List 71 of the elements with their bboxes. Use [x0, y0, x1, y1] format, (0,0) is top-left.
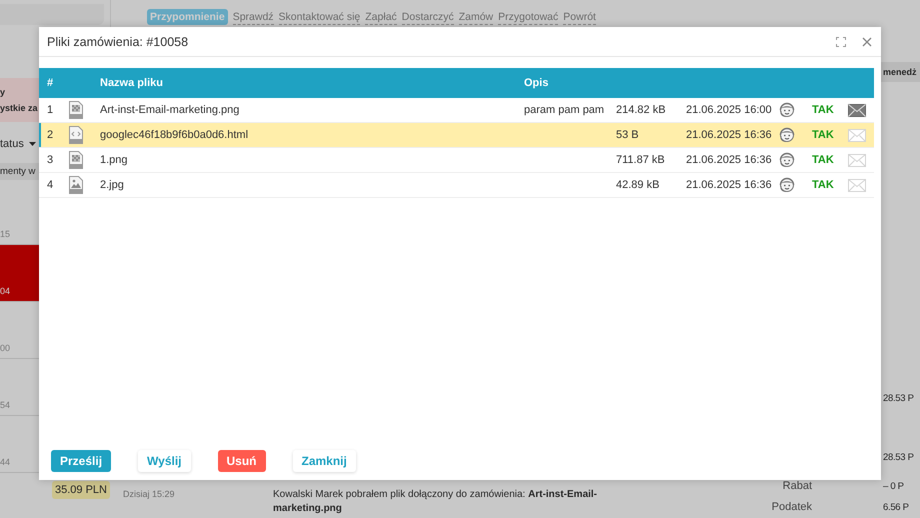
activity-time: Dzisiaj 15:29	[123, 489, 175, 499]
row-number: 1	[47, 104, 54, 116]
column-header: Nazwa pliku	[100, 77, 164, 89]
dialog-title: Pliki zamówienia: #10058	[47, 34, 190, 48]
status-text: TAK	[812, 179, 835, 191]
file-name[interactable]: Art-inst-Email-marketing.png	[100, 104, 524, 116]
file-icon	[69, 101, 83, 119]
file-size: 53 B	[616, 129, 640, 141]
file-row[interactable]: 4 2.jpg 42.89 kB 21.06.2025 16:36 TAK	[39, 173, 874, 198]
reminder-tab[interactable]: Powrót	[563, 9, 596, 25]
alert-text: y	[0, 87, 6, 97]
status-text: TAK	[812, 154, 835, 166]
order-time: 00	[0, 343, 10, 353]
dialog-button[interactable]: Wyślij	[138, 450, 190, 472]
order-time: 04	[0, 286, 10, 296]
summary-value: – 0 P	[883, 480, 905, 494]
column-header: Opis	[524, 77, 550, 89]
column-header: #	[47, 77, 54, 89]
file-description: param pam pam	[524, 104, 604, 116]
user-avatar-icon	[778, 101, 796, 119]
total-value: 28.53 P	[882, 393, 915, 404]
file-icon	[69, 176, 83, 194]
row-number: 3	[47, 154, 54, 166]
file-size: 711.87 kB	[616, 154, 666, 166]
order-time: 44	[0, 457, 10, 467]
order-time: 54	[0, 400, 10, 410]
filter-label: ystkie za	[0, 103, 38, 113]
row-number: 4	[47, 179, 54, 191]
file-row[interactable]: 2 googlec46f18b9f6b0a0d6.html 53 B 21.06.2025 16:36 TAK	[39, 123, 874, 148]
file-size: 214.82 kB	[616, 104, 667, 116]
price-badge: 35.09 PLN	[52, 481, 110, 499]
summary-label: Podatek	[772, 500, 812, 515]
row-number: 2	[47, 129, 54, 141]
user-avatar-icon	[778, 126, 796, 144]
dialog-button[interactable]: Prześlij	[51, 450, 112, 472]
file-name[interactable]: googlec46f18b9f6b0a0d6.html	[100, 129, 524, 141]
order-time: 15	[0, 229, 10, 239]
file-date: 21.06.2025 16:36	[686, 154, 773, 166]
file-date: 21.06.2025 16:00	[686, 104, 773, 116]
dialog-button[interactable]: Usuń	[218, 450, 266, 472]
file-size: 42.89 kB	[616, 179, 660, 191]
reminder-tab[interactable]: Skontaktować się	[278, 9, 360, 25]
activity-message: Kowalski Marek pobrałem plik dołączony do zamówienia: Art-inst-Email-marketing.png	[273, 488, 598, 516]
file-date: 21.06.2025 16:36	[686, 129, 773, 141]
dialog-button[interactable]: Zamknij	[292, 450, 356, 472]
user-avatar-icon	[778, 176, 796, 194]
status-text: TAK	[812, 104, 835, 116]
reminder-tab[interactable]: Sprawdź	[232, 9, 274, 25]
envelope-icon[interactable]	[848, 104, 866, 116]
file-date: 21.06.2025 16:36	[686, 179, 773, 191]
documents-label: menty w	[0, 166, 36, 177]
reminder-tab[interactable]: Przypomnienie	[147, 9, 228, 25]
user-avatar-icon	[778, 151, 796, 169]
reminder-tab[interactable]: Zamów	[458, 9, 494, 25]
expand-icon	[836, 36, 846, 46]
total-value: 28.53 P	[882, 452, 915, 463]
file-row[interactable]: 3 1.png 711.87 kB 21.06.2025 16:36 TAK	[39, 148, 874, 173]
file-icon	[69, 151, 83, 169]
status-text: TAK	[812, 129, 835, 141]
summary-label: Rabat	[782, 479, 812, 494]
status-filter[interactable]: tatus	[0, 138, 24, 150]
reminder-tab[interactable]: Dostarczyć	[402, 9, 454, 25]
reminder-tab[interactable]: Przygotować	[498, 9, 558, 25]
summary-value: 6.56 P	[883, 501, 910, 515]
caret-icon	[28, 142, 36, 146]
file-name[interactable]: 2.jpg	[100, 179, 524, 191]
file-name[interactable]: 1.png	[100, 154, 524, 166]
close-icon	[862, 36, 872, 46]
column-header: menedż	[880, 62, 920, 82]
file-icon	[69, 126, 83, 144]
reminder-tab[interactable]: Zapłać	[365, 9, 397, 25]
